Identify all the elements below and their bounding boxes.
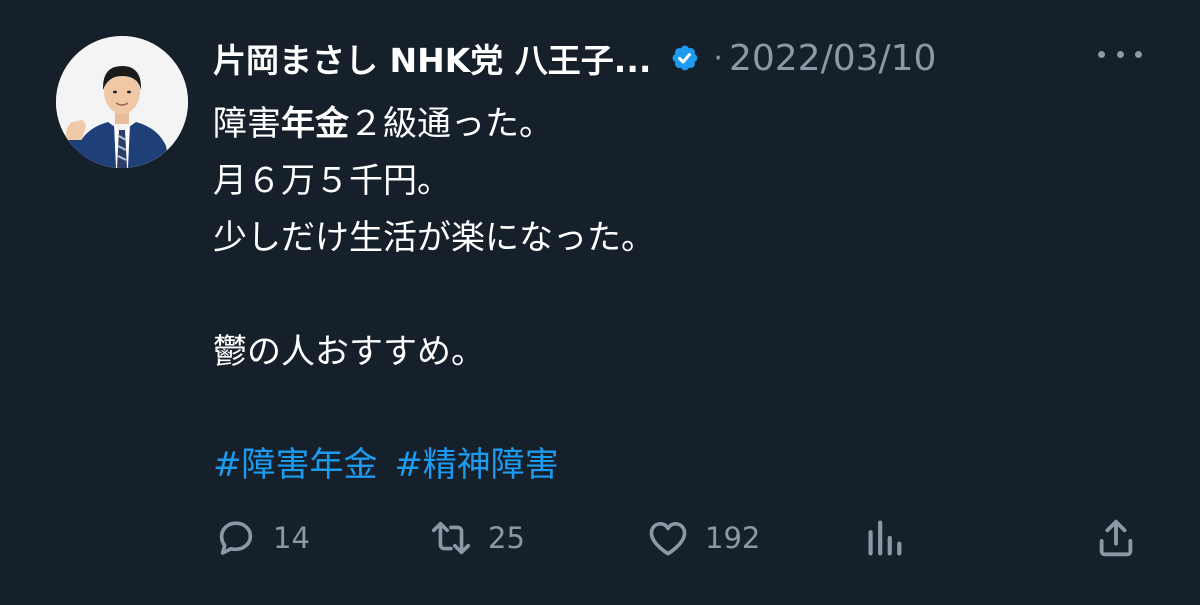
more-icon[interactable] [1098,42,1142,66]
hashtag-link[interactable]: #障害年金 [213,445,378,485]
retweet-icon [431,521,471,555]
share-icon [1099,519,1133,557]
like-button[interactable]: 192 [645,510,760,566]
avatar[interactable] [56,36,188,168]
display-name[interactable]: 片岡まさし NHK党 八王子... [213,34,651,82]
verified-badge-icon [665,39,703,77]
tweet-actions: 14 25 192 [213,510,1153,566]
reply-count: 14 [273,521,310,555]
tweet-text: 障害年金２級通った。 月６万５千円。 少しだけ生活が楽になった。 鬱の人おすすめ… [213,96,1133,381]
retweet-button[interactable]: 25 [428,510,525,566]
tweet-line-1: 障害年金２級通った。 [213,104,553,144]
hashtag-list: #障害年金 #精神障害 [213,437,565,494]
reply-button[interactable]: 14 [213,510,310,566]
bar-chart-icon [868,520,902,556]
reply-icon [219,521,253,555]
tweet-line-2: 月６万５千円。 [213,161,451,201]
tweet-card: 片岡まさし NHK党 八王子... · 2022/03/10 障害年金２級通った… [0,0,1200,605]
tweet-line-5: 鬱の人おすすめ。 [213,332,485,372]
avatar-image [56,36,188,168]
like-count: 192 [705,521,761,555]
retweet-count: 25 [488,521,525,555]
tweet-line-3: 少しだけ生活が楽になった。 [213,218,655,258]
tweet-header: 片岡まさし NHK党 八王子... · 2022/03/10 [213,30,936,86]
heart-icon [649,521,687,556]
separator-dot: · [713,40,723,76]
hashtag-link[interactable]: #精神障害 [394,445,559,485]
views-button[interactable] [861,510,907,566]
tweet-date[interactable]: 2022/03/10 [729,38,937,79]
share-button[interactable] [1093,510,1139,566]
